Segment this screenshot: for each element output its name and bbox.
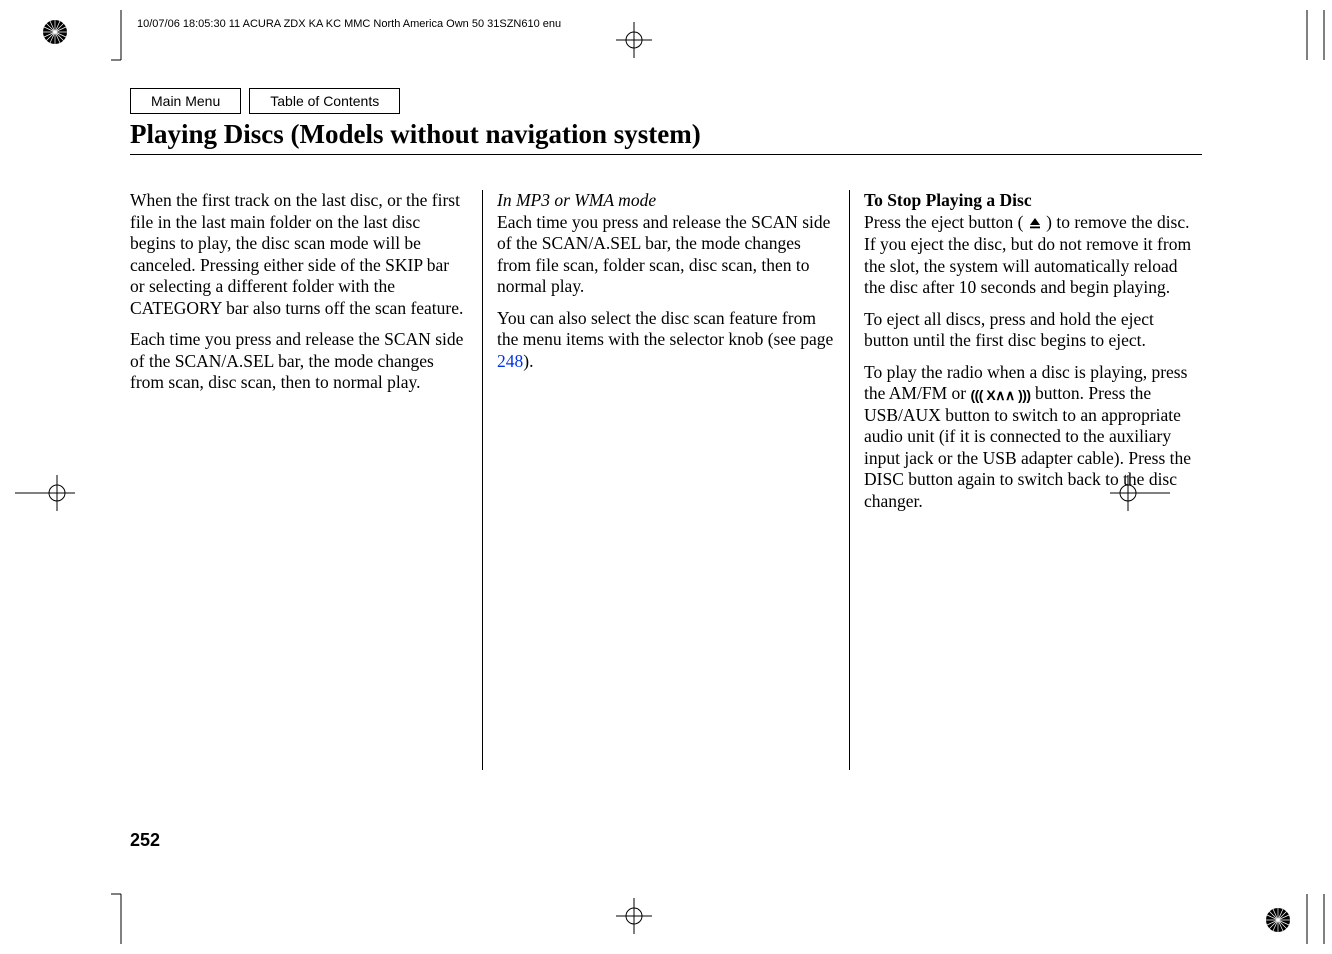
content-columns: When the first track on the last disc, o…: [130, 190, 1202, 770]
trim-mark-icon: [111, 888, 131, 944]
trim-mark-icon: [1306, 888, 1326, 944]
eject-icon: [1028, 213, 1042, 235]
crop-mark-icon: [616, 898, 652, 934]
body-text: You can also select the disc scan featur…: [497, 308, 835, 373]
mode-label: In MP3 or WMA mode: [497, 190, 656, 210]
body-text: When the first track on the last disc, o…: [130, 190, 468, 319]
body-text: In MP3 or WMA mode Each time you press a…: [497, 190, 835, 298]
crop-mark-icon: [15, 475, 75, 511]
registration-mark-icon: [42, 19, 68, 45]
trim-mark-icon: [1306, 10, 1326, 66]
body-text: To eject all discs, press and hold the e…: [864, 309, 1202, 352]
registration-mark-icon: [1265, 907, 1291, 933]
section-heading: To Stop Playing a Disc: [864, 190, 1032, 210]
body-text: Each time you press and release the SCAN…: [130, 329, 468, 394]
body-text: To play the radio when a disc is playing…: [864, 362, 1202, 513]
column-2: In MP3 or WMA mode Each time you press a…: [483, 190, 850, 770]
body-text: Each time you press and release the SCAN…: [497, 212, 830, 297]
table-of-contents-button[interactable]: Table of Contents: [249, 88, 400, 114]
page-link[interactable]: 248: [497, 351, 523, 371]
main-menu-button[interactable]: Main Menu: [130, 88, 241, 114]
page-number: 252: [130, 830, 160, 851]
trim-mark-icon: [111, 10, 131, 66]
page-title: Playing Discs (Models without navigation…: [130, 119, 1202, 155]
column-1: When the first track on the last disc, o…: [130, 190, 483, 770]
xm-radio-icon: ((( X∧∧ ))): [970, 387, 1030, 404]
column-3: To Stop Playing a Disc Press the eject b…: [850, 190, 1202, 770]
crop-mark-icon: [616, 22, 652, 58]
body-text: To Stop Playing a Disc Press the eject b…: [864, 190, 1202, 299]
header-meta-text: 10/07/06 18:05:30 11 ACURA ZDX KA KC MMC…: [137, 18, 561, 30]
